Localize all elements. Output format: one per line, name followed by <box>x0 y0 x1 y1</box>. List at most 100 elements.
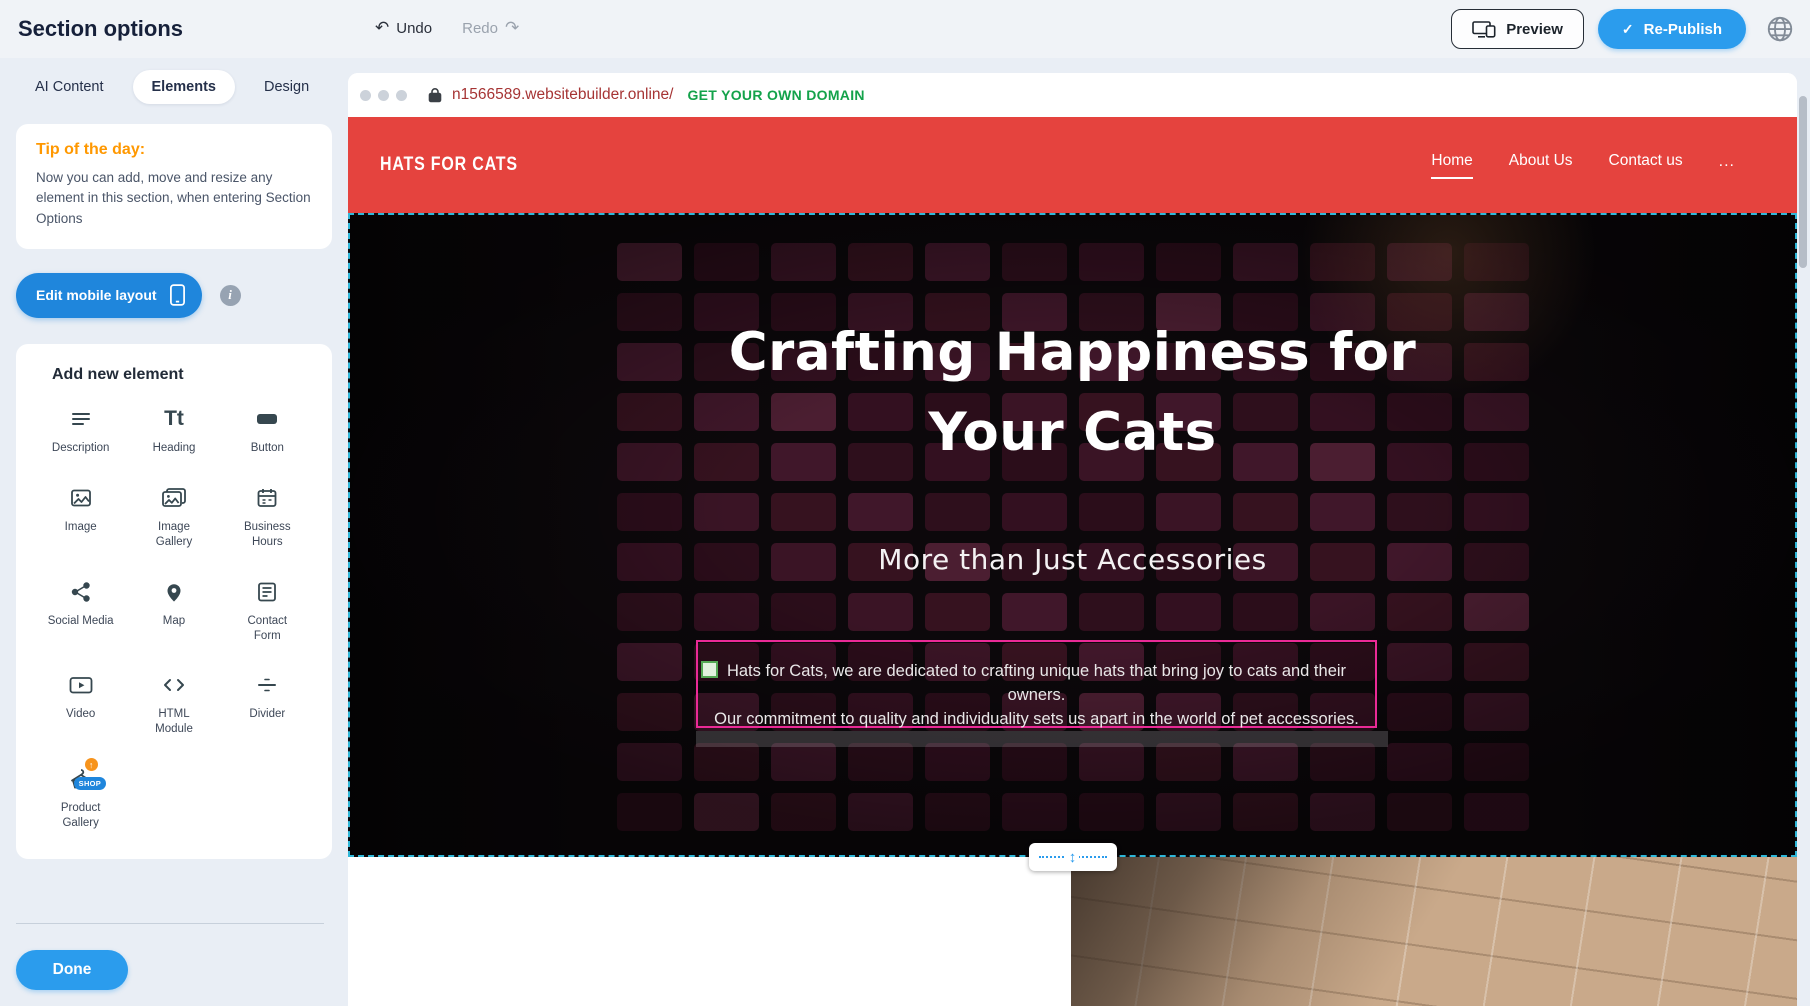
undo-button[interactable]: ↶ Undo <box>375 18 432 38</box>
element-label: Map <box>163 614 185 629</box>
image-icon <box>69 483 93 513</box>
wall-tile <box>1387 593 1452 631</box>
element-heading[interactable]: Tt Heading <box>129 404 218 456</box>
wall-tile <box>1233 593 1298 631</box>
topbar: Section options ↶ Undo Redo ↷ <box>0 0 1810 58</box>
wall-tile <box>617 793 682 831</box>
element-button[interactable]: Button <box>223 404 312 456</box>
hero-section-selected[interactable]: Crafting Happiness for Your Cats More th… <box>348 213 1797 857</box>
hero-heading-line2: Your Cats <box>350 393 1795 473</box>
undo-label: Undo <box>396 20 432 37</box>
site-nav: Home About Us Contact us ... <box>1431 152 1797 179</box>
tab-ai-content[interactable]: AI Content <box>16 70 123 104</box>
element-label: Business Hours <box>234 520 300 550</box>
image-gallery-icon <box>161 483 187 513</box>
hero-heading[interactable]: Crafting Happiness for Your Cats <box>350 313 1795 473</box>
preview-label: Preview <box>1506 21 1563 38</box>
wall-tile <box>617 243 682 281</box>
info-icon[interactable]: i <box>220 285 241 306</box>
wall-tile <box>1464 243 1529 281</box>
tip-title: Tip of the day: <box>36 141 312 159</box>
element-label: Video <box>66 707 95 722</box>
element-label: Product Gallery <box>48 801 114 831</box>
website-builder-app: Section options ↶ Undo Redo ↷ <box>0 0 1810 1006</box>
wall-tile <box>1156 243 1221 281</box>
wall-tile <box>694 593 759 631</box>
element-label: Image <box>65 520 97 535</box>
wall-tile <box>848 743 913 781</box>
add-element-panel: Add new element Description Tt Heading <box>16 344 332 859</box>
nav-contact-us[interactable]: Contact us <box>1609 152 1683 179</box>
wall-tile <box>1387 643 1452 681</box>
wall-tile <box>771 243 836 281</box>
wall-tile <box>1464 643 1529 681</box>
wall-tile <box>1233 493 1298 531</box>
wall-tile <box>925 793 990 831</box>
edit-mobile-layout-label: Edit mobile layout <box>36 287 157 303</box>
wall-tile <box>617 593 682 631</box>
element-social-media[interactable]: Social Media <box>36 577 125 644</box>
element-html-module[interactable]: HTML Module <box>129 670 218 737</box>
canvas-scrollbar[interactable] <box>1799 96 1807 268</box>
element-map[interactable]: Map <box>129 577 218 644</box>
wall-tile <box>925 743 990 781</box>
preview-button[interactable]: Preview <box>1451 9 1584 49</box>
sidebar-divider <box>16 923 324 924</box>
add-element-title: Add new element <box>52 366 312 384</box>
nav-home[interactable]: Home <box>1431 152 1472 179</box>
site-preview-window: n1566589.websitebuilder.online/ GET YOUR… <box>348 73 1797 1006</box>
resize-arrows-icon: ↕ <box>1066 850 1080 865</box>
site-logo[interactable]: HATS FOR CATS <box>380 154 518 176</box>
redo-button[interactable]: Redo ↷ <box>462 18 519 38</box>
element-image[interactable]: Image <box>36 483 125 550</box>
next-section-preview[interactable] <box>348 857 1797 1006</box>
tip-of-the-day-card: Tip of the day: Now you can add, move an… <box>16 124 332 249</box>
next-section-white-panel <box>348 857 1071 1006</box>
wall-tile <box>1002 743 1067 781</box>
element-video[interactable]: Video <box>36 670 125 737</box>
wall-tile <box>925 593 990 631</box>
wall-tile <box>694 493 759 531</box>
element-label: Divider <box>249 707 285 722</box>
element-label: Heading <box>153 441 196 456</box>
element-label: Description <box>52 441 110 456</box>
site-header[interactable]: HATS FOR CATS Home About Us Contact us .… <box>348 117 1797 213</box>
tab-design[interactable]: Design <box>245 70 328 104</box>
element-business-hours[interactable]: Business Hours <box>223 483 312 550</box>
language-globe-button[interactable] <box>1760 9 1800 49</box>
get-domain-link[interactable]: GET YOUR OWN DOMAIN <box>687 87 864 103</box>
wall-tile <box>1079 593 1144 631</box>
wall-tile <box>1079 793 1144 831</box>
social-media-icon <box>69 577 93 607</box>
sidebar: AI Content Elements Design Tip of the da… <box>0 58 348 1006</box>
wall-tile <box>1156 493 1221 531</box>
wall-tile <box>1310 593 1375 631</box>
undo-redo-group: ↶ Undo Redo ↷ <box>375 18 519 38</box>
element-image-gallery[interactable]: Image Gallery <box>129 483 218 550</box>
element-description[interactable]: Description <box>36 404 125 456</box>
wall-tile <box>1310 243 1375 281</box>
wall-tile <box>848 243 913 281</box>
product-gallery-icon: SHOP ↑ <box>68 764 94 794</box>
tab-elements[interactable]: Elements <box>133 70 235 104</box>
nav-more-button[interactable]: ... <box>1719 153 1735 178</box>
element-product-gallery[interactable]: SHOP ↑ Product Gallery <box>36 764 125 831</box>
nav-about-us[interactable]: About Us <box>1509 152 1573 179</box>
tip-body: Now you can add, move and resize any ele… <box>36 168 312 229</box>
wall-tile <box>1002 593 1067 631</box>
element-contact-form[interactable]: Contact Form <box>223 577 312 644</box>
edit-mobile-layout-button[interactable]: Edit mobile layout <box>16 273 202 318</box>
section-resize-handle[interactable]: ↕ <box>1029 843 1117 871</box>
mobile-layout-row: Edit mobile layout i <box>16 273 332 318</box>
hero-subheading[interactable]: More than Just Accessories <box>350 543 1795 576</box>
hero-text-block-selected[interactable]: Hats for Cats, we are dedicated to craft… <box>696 640 1377 728</box>
site-url[interactable]: n1566589.websitebuilder.online/ <box>452 86 673 104</box>
wall-tile <box>1387 743 1452 781</box>
element-label: Contact Form <box>234 614 300 644</box>
element-divider[interactable]: Divider <box>223 670 312 737</box>
republish-button[interactable]: ✓ Re-Publish <box>1598 9 1746 49</box>
drag-resize-handle[interactable] <box>701 661 718 678</box>
done-button[interactable]: Done <box>16 950 128 990</box>
wall-tile <box>925 243 990 281</box>
wall-tile <box>848 493 913 531</box>
